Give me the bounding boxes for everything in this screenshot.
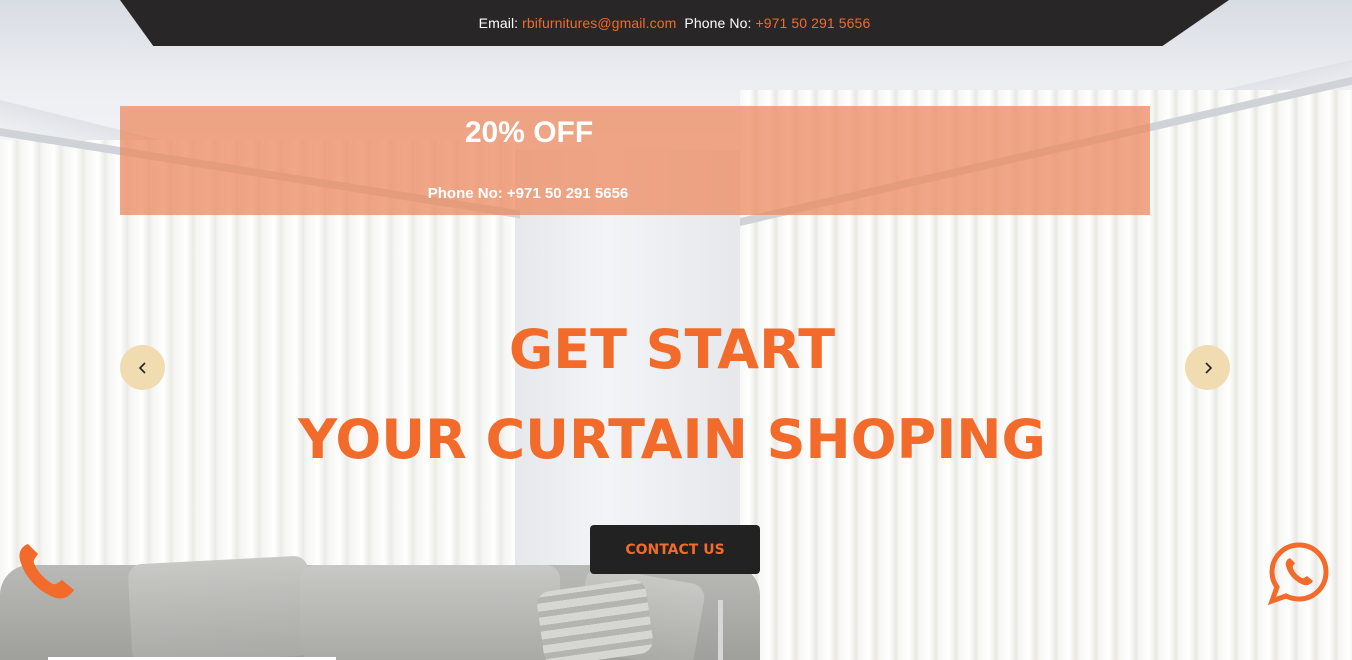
- cushion: [127, 555, 313, 660]
- phone-label: Phone No:: [684, 15, 752, 31]
- whatsapp-icon: [1267, 542, 1329, 606]
- email-label: Email:: [478, 15, 519, 31]
- whatsapp-button[interactable]: [1267, 541, 1330, 606]
- promo-phone: Phone No: +971 50 291 5656: [427, 185, 629, 202]
- email-link[interactable]: rbifurnitures@gmail.com: [522, 15, 676, 31]
- phone-link[interactable]: +971 50 291 5656: [755, 15, 870, 31]
- chevron-left-icon: [138, 361, 146, 374]
- hero-headline-line2: YOUR CURTAIN SHOPING: [298, 408, 1046, 471]
- striped-cushion: [535, 577, 655, 660]
- hero-headline-line1: GET START: [508, 318, 836, 381]
- floor-lamp: [718, 600, 723, 660]
- phone-icon: [19, 544, 74, 599]
- cushion: [300, 565, 560, 660]
- call-button[interactable]: [14, 540, 78, 602]
- contact-topbar: Email: rbifurnitures@gmail.com Phone No:…: [120, 0, 1229, 46]
- carousel-prev-button[interactable]: [120, 345, 165, 390]
- contact-us-button[interactable]: CONTACT US: [590, 525, 760, 574]
- carousel-next-button[interactable]: [1185, 345, 1230, 390]
- promo-title: 20% OFF: [464, 116, 594, 149]
- chevron-right-icon: [1204, 361, 1212, 374]
